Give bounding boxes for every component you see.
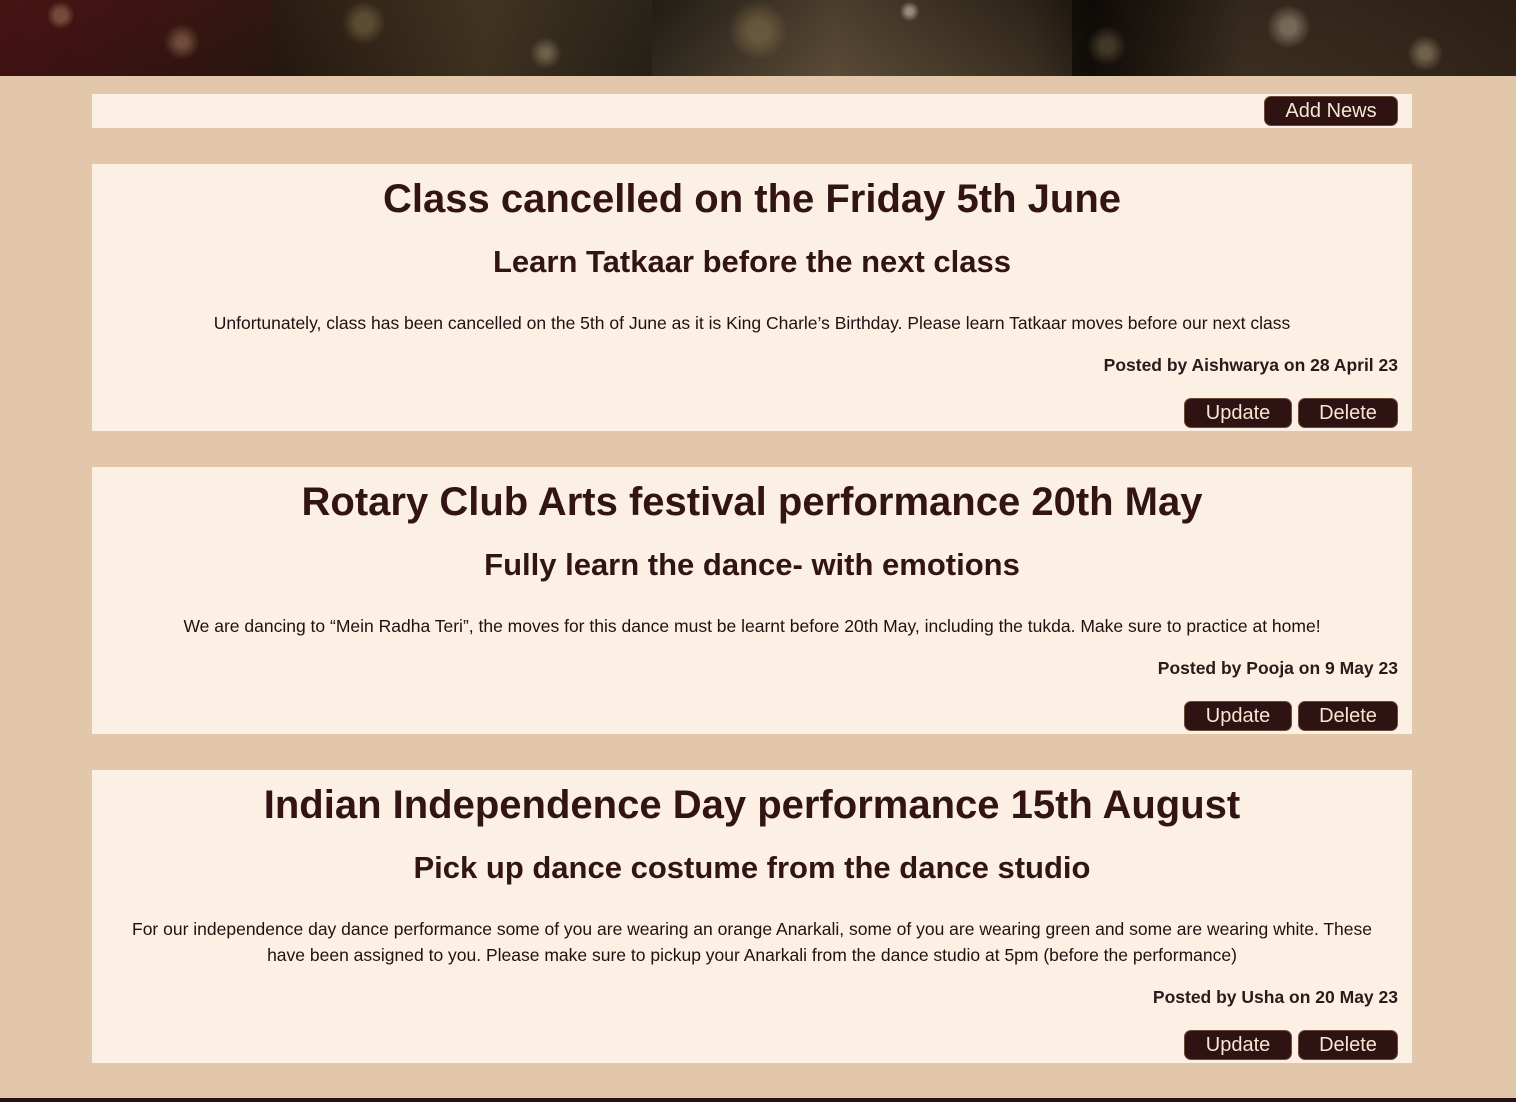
- delete-button[interactable]: Delete: [1298, 701, 1398, 731]
- news-body: For our independence day dance performan…: [132, 919, 1372, 965]
- news-subtitle: Learn Tatkaar before the next class: [492, 244, 1012, 279]
- news-card: Indian Independence Day performance 15th…: [92, 770, 1412, 1063]
- banner-panel: [1072, 0, 1516, 76]
- update-button[interactable]: Update: [1184, 398, 1292, 428]
- add-news-button[interactable]: Add News: [1264, 96, 1398, 126]
- update-button[interactable]: Update: [1184, 701, 1292, 731]
- banner-panel: [0, 0, 272, 76]
- news-posted-by: Posted by Usha on 20 May 23: [1152, 987, 1398, 1007]
- news-card: Rotary Club Arts festival performance 20…: [92, 467, 1412, 734]
- footer-divider: [0, 1098, 1516, 1102]
- banner-panel: [272, 0, 652, 76]
- news-title: Rotary Club Arts festival performance 20…: [301, 480, 1203, 524]
- news-posted-by: Posted by Pooja on 9 May 23: [1157, 658, 1398, 678]
- news-card: Class cancelled on the Friday 5th June L…: [92, 164, 1412, 431]
- news-title: Class cancelled on the Friday 5th June: [382, 177, 1121, 221]
- news-subtitle: Fully learn the dance- with emotions: [484, 547, 1020, 582]
- news-subtitle: Pick up dance costume from the dance stu…: [413, 850, 1091, 885]
- banner-panel: [652, 0, 1072, 76]
- update-button[interactable]: Update: [1184, 1030, 1292, 1060]
- news-body: We are dancing to “Mein Radha Teri”, the…: [183, 616, 1321, 636]
- news-title: Indian Independence Day performance 15th…: [263, 783, 1241, 827]
- delete-button[interactable]: Delete: [1298, 398, 1398, 428]
- news-toolbar: Add News: [92, 94, 1412, 128]
- news-posted-by: Posted by Aishwarya on 28 April 23: [1103, 355, 1398, 375]
- delete-button[interactable]: Delete: [1298, 1030, 1398, 1060]
- news-body: Unfortunately, class has been cancelled …: [213, 313, 1291, 333]
- header-banner-image: [0, 0, 1516, 76]
